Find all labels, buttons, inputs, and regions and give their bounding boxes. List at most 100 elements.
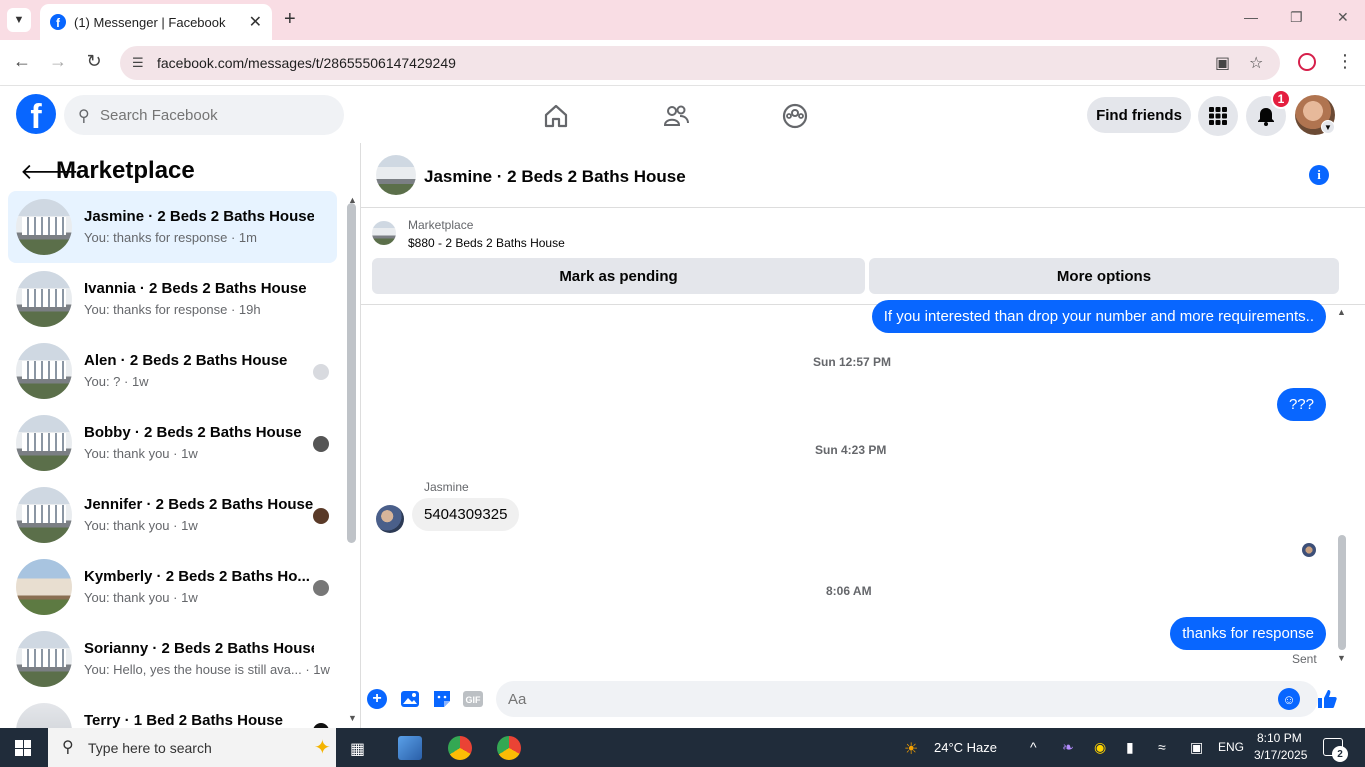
message-outgoing[interactable]: thanks for response — [1170, 617, 1326, 650]
grid-icon — [1209, 107, 1227, 125]
restore-icon[interactable]: ❐ — [1290, 9, 1303, 26]
listing-thumbnail — [16, 199, 72, 255]
tray-chevron-icon[interactable]: ^ — [1030, 739, 1037, 755]
info-icon[interactable]: i — [1309, 165, 1329, 185]
forward-icon[interactable]: → — [46, 51, 70, 72]
listing-thumbnail — [16, 631, 72, 687]
seen-avatar — [313, 364, 329, 380]
sender-name: Jasmine — [424, 480, 469, 494]
account-chevron-icon[interactable]: ▼ — [1321, 120, 1335, 134]
reload-icon[interactable]: ↻ — [82, 51, 106, 72]
browser-tab-messenger[interactable]: f (1) Messenger | Facebook ✕ — [40, 4, 272, 40]
battery-icon[interactable]: ▮ — [1126, 739, 1134, 756]
file-explorer-icon[interactable] — [398, 736, 422, 760]
new-tab-icon[interactable]: + — [284, 8, 296, 31]
conversation-item-bobby[interactable]: Bobby · 2 Beds 2 Baths House You: thank … — [8, 407, 337, 479]
chrome-icon[interactable] — [448, 736, 472, 760]
bell-icon — [1258, 108, 1274, 126]
tab-close-icon[interactable]: ✕ — [249, 12, 262, 32]
tray-app-icon[interactable]: ❧ — [1062, 739, 1074, 756]
conversation-preview: You: thank you · 1w — [84, 446, 198, 461]
home-icon[interactable] — [542, 102, 570, 130]
conversation-item-jennifer[interactable]: Jennifer · 2 Beds 2 Baths House You: tha… — [8, 479, 337, 551]
search-input[interactable] — [64, 95, 344, 135]
gif-icon[interactable]: GIF — [462, 688, 484, 710]
conversation-name: Alen · 2 Beds 2 Baths House — [84, 352, 288, 369]
conversation-preview: You: thank you · 1w — [84, 590, 198, 605]
tab-search-chevron-icon[interactable]: ▼ — [7, 8, 31, 32]
listing-thumbnail — [16, 415, 72, 471]
seen-indicator-avatar — [1302, 543, 1316, 557]
listing-thumbnail[interactable] — [372, 221, 396, 245]
address-bar[interactable]: ☰ facebook.com/messages/t/28655506147429… — [120, 46, 1280, 80]
conversation-list-scrollbar[interactable] — [347, 203, 356, 543]
weather-text[interactable]: 24°C Haze — [934, 740, 997, 755]
message-input[interactable] — [496, 681, 1318, 717]
photo-icon[interactable] — [399, 688, 421, 710]
chat-header: Jasmine · 2 Beds 2 Baths House i — [361, 143, 1365, 208]
back-icon[interactable]: ← — [10, 51, 34, 72]
task-view-icon[interactable]: ▦ — [350, 739, 365, 759]
install-app-icon[interactable]: ▣ — [1215, 53, 1230, 73]
windows-start-icon[interactable] — [15, 740, 31, 756]
timestamp: 8:06 AM — [826, 584, 872, 598]
clock-time[interactable]: 8:10 PM — [1257, 731, 1302, 745]
minimize-icon[interactable]: — — [1244, 9, 1258, 25]
clock-date[interactable]: 3/17/2025 — [1254, 748, 1307, 762]
scroll-down-icon[interactable]: ▼ — [348, 713, 357, 723]
conversation-name: Jasmine · 2 Beds 2 Baths House — [84, 208, 314, 225]
message-incoming[interactable]: 5404309325 — [412, 498, 520, 531]
friends-icon[interactable] — [662, 102, 690, 130]
message-outgoing[interactable]: ??? — [1276, 388, 1326, 421]
windows-taskbar: ⚲ Type here to search ✦ ▦ ☀ 24°C Haze ^ … — [0, 728, 1365, 767]
like-thumb-icon[interactable] — [1316, 688, 1338, 710]
timestamp: Sun 12:57 PM — [813, 355, 892, 369]
chat-title[interactable]: Jasmine · 2 Beds 2 Baths House — [424, 167, 686, 187]
site-settings-icon[interactable]: ☰ — [132, 55, 144, 71]
message-outgoing[interactable]: If you interested than drop your number … — [871, 300, 1326, 333]
wifi-icon[interactable]: ≈ — [1158, 739, 1166, 755]
conversation-item-terry[interactable]: Terry · 1 Bed 2 Baths House — [8, 695, 337, 728]
conversation-preview: You: thanks for response · 19h — [84, 302, 261, 317]
window-close-icon[interactable]: ✕ — [1337, 9, 1349, 26]
conversation-item-jasmine[interactable]: Jasmine · 2 Beds 2 Baths House You: than… — [8, 191, 337, 263]
listing-price-title[interactable]: $880 - 2 Beds 2 Baths House — [408, 236, 565, 250]
mark-as-pending-button[interactable]: Mark as pending — [372, 258, 865, 294]
conversation-list-panel: 🡐 Marketplace Jasmine · 2 Beds 2 Baths H… — [0, 143, 361, 728]
sender-avatar[interactable] — [376, 505, 404, 533]
chat-scroll-down-icon[interactable]: ▼ — [1337, 653, 1346, 663]
conversation-preview: You: Hello, yes the house is still ava..… — [84, 662, 330, 677]
listing-thumbnail — [16, 559, 72, 615]
conversation-item-alen[interactable]: Alen · 2 Beds 2 Baths House You: ? · 1w — [8, 335, 337, 407]
language-indicator[interactable]: ENG — [1218, 740, 1244, 754]
browser-menu-icon[interactable]: ⋮ — [1336, 51, 1354, 72]
bookmark-star-icon[interactable]: ☆ — [1249, 53, 1263, 73]
notification-count-badge: 2 — [1332, 746, 1348, 762]
more-options-button[interactable]: More options — [869, 258, 1339, 294]
meet-now-icon[interactable]: ▣ — [1190, 739, 1203, 756]
weather-icon[interactable]: ☀ — [904, 739, 918, 759]
taskbar-search[interactable]: ⚲ Type here to search ✦ — [48, 728, 336, 767]
conversation-item-sorianny[interactable]: Sorianny · 2 Beds 2 Baths House You: Hel… — [8, 623, 337, 695]
panel-title: Marketplace — [56, 157, 195, 184]
emoji-icon[interactable]: ☺ — [1278, 688, 1300, 710]
facebook-logo-icon[interactable]: f — [16, 94, 56, 134]
chrome-profile-icon[interactable] — [497, 736, 521, 760]
conversation-name: Ivannia · 2 Beds 2 Baths House — [84, 280, 307, 297]
taskbar-search-text: Type here to search — [88, 740, 212, 756]
conversation-item-kymberly[interactable]: Kymberly · 2 Beds 2 Baths Ho... You: tha… — [8, 551, 337, 623]
chat-scroll-up-icon[interactable]: ▲ — [1337, 307, 1346, 317]
groups-icon[interactable] — [781, 102, 809, 130]
browser-profile-icon[interactable] — [1298, 53, 1316, 71]
find-friends-button[interactable]: Find friends — [1087, 97, 1191, 133]
plus-icon[interactable]: + — [367, 689, 387, 709]
conversation-item-ivannia[interactable]: Ivannia · 2 Beds 2 Baths House You: than… — [8, 263, 337, 335]
conversation-preview: You: thanks for response · 1m — [84, 230, 257, 245]
marketplace-listing-bar: Marketplace $880 - 2 Beds 2 Baths House … — [361, 209, 1365, 305]
tray-app-icon-2[interactable]: ◉ — [1094, 739, 1106, 756]
menu-grid-button[interactable] — [1198, 96, 1238, 136]
chat-listing-avatar[interactable] — [376, 155, 416, 195]
url-text: facebook.com/messages/t/2865550614742924… — [157, 55, 456, 71]
sticker-icon[interactable] — [431, 688, 453, 710]
chat-scrollbar[interactable] — [1338, 535, 1346, 650]
